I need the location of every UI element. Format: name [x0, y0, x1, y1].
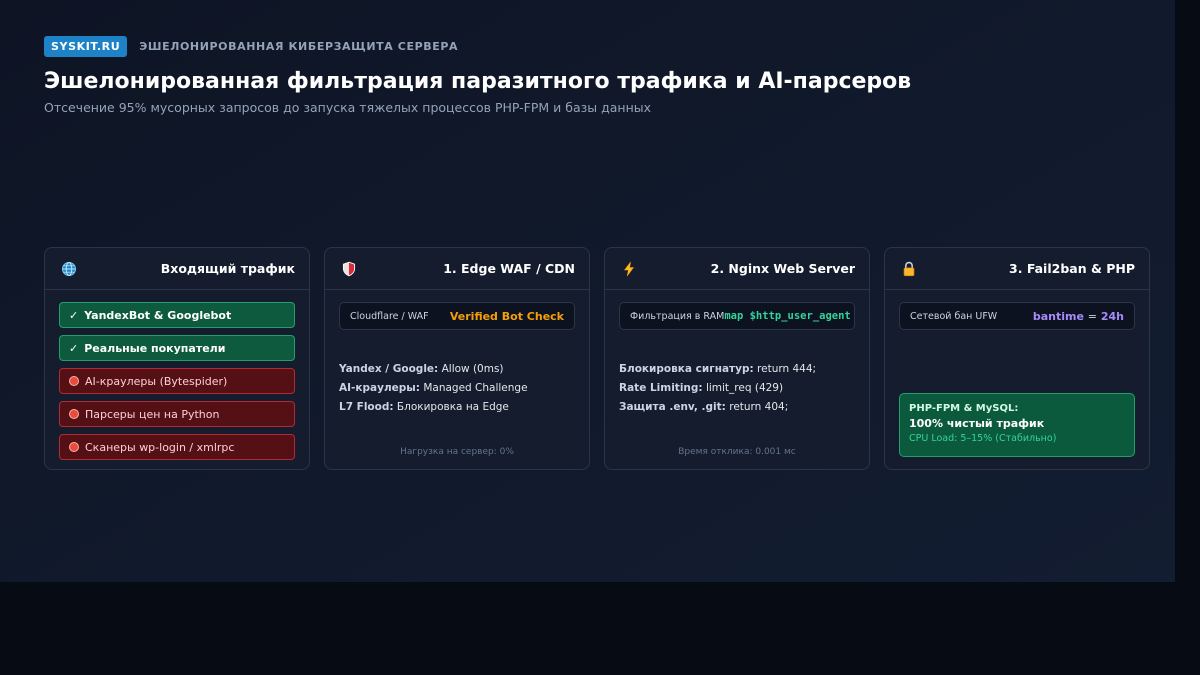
- rule-value: limit_req (429): [705, 382, 784, 394]
- bantime-key: bantime: [1032, 309, 1084, 323]
- rule-key: AI-краулеры:: [339, 382, 420, 394]
- traffic-label: Сканеры wp-login / xmlrpc: [85, 440, 235, 454]
- lock-icon: [901, 261, 917, 277]
- field-value: Verified Bot Check: [449, 309, 564, 323]
- brand-badge[interactable]: SYSKIT.RU: [44, 36, 128, 57]
- rule-key: Блокировка сигнатур:: [619, 363, 754, 375]
- result-sub: CPU Load: 5–15% (Стабильно): [909, 433, 1057, 444]
- red-circle-icon: [69, 442, 79, 452]
- brand-row: SYSKIT.RU ЭШЕЛОНИРОВАННАЯ КИБЕРЗАЩИТА СЕ…: [44, 36, 911, 57]
- diagram-canvas: SYSKIT.RU ЭШЕЛОНИРОВАННАЯ КИБЕРЗАЩИТА СЕ…: [0, 0, 1175, 582]
- card-title: Входящий трафик: [160, 261, 295, 276]
- red-circle-icon: [69, 376, 79, 386]
- tagline: ЭШЕЛОНИРОВАННАЯ КИБЕРЗАЩИТА СЕРВЕРА: [139, 40, 459, 53]
- traffic-label: YandexBot & Googlebot: [84, 308, 232, 322]
- result-title: PHP-FPM & MySQL:: [909, 403, 1019, 414]
- rule-key: Yandex / Google:: [339, 363, 439, 375]
- equals-sign: =: [1087, 309, 1098, 323]
- rule-line: Rate Limiting: limit_req (429): [619, 379, 855, 398]
- rule-value: return 444;: [757, 363, 817, 375]
- card-header: 3. Fail2ban & PHP: [885, 248, 1149, 290]
- rule-line: L7 Flood: Блокировка на Edge: [339, 398, 575, 417]
- header: SYSKIT.RU ЭШЕЛОНИРОВАННАЯ КИБЕРЗАЩИТА СЕ…: [44, 36, 911, 115]
- result-main: 100% чистый трафик: [909, 417, 1045, 430]
- rule-key: L7 Flood:: [339, 401, 394, 413]
- card-footer: Нагрузка на сервер: 0%: [400, 447, 514, 457]
- field-label: Фильтрация в RAM: [630, 310, 725, 322]
- list-item: ✓ Реальные покупатели: [59, 335, 295, 361]
- fail2ban-card: 3. Fail2ban & PHP Сетевой бан UFW bantim…: [884, 247, 1150, 470]
- edge-waf-card: 1. Edge WAF / CDN Cloudflare / WAF Verif…: [324, 247, 590, 470]
- config-field: Фильтрация в RAM map $http_user_agent: [619, 302, 855, 330]
- incoming-traffic-card: Входящий трафик ✓ YandexBot & Googlebot …: [44, 247, 310, 470]
- globe-icon: [61, 261, 77, 277]
- field-value: map $http_user_agent: [724, 310, 851, 322]
- traffic-label: Парсеры цен на Python: [85, 407, 220, 421]
- card-title: 1. Edge WAF / CDN: [443, 261, 575, 276]
- rule-line: Блокировка сигнатур: return 444;: [619, 360, 855, 379]
- rule-list: Yandex / Google: Allow (0ms) AI-краулеры…: [339, 360, 575, 417]
- list-item: Сканеры wp-login / xmlrpc: [59, 434, 295, 460]
- config-field: Сетевой бан UFW bantime = 24h: [899, 302, 1135, 330]
- field-label: Сетевой бан UFW: [910, 310, 998, 322]
- list-item: Парсеры цен на Python: [59, 401, 295, 427]
- check-icon: ✓: [69, 308, 79, 322]
- rule-value: return 404;: [729, 401, 789, 413]
- traffic-list: ✓ YandexBot & Googlebot ✓ Реальные покуп…: [45, 290, 309, 460]
- rule-value: Allow (0ms): [441, 363, 504, 375]
- check-icon: ✓: [69, 341, 79, 355]
- card-header: Входящий трафик: [45, 248, 309, 290]
- card-title: 2. Nginx Web Server: [710, 261, 855, 276]
- card-header: 2. Nginx Web Server: [605, 248, 869, 290]
- rule-line: Защита .env, .git: return 404;: [619, 398, 855, 417]
- rule-key: Rate Limiting:: [619, 382, 703, 394]
- lightning-icon: [621, 261, 637, 277]
- rule-key: Защита .env, .git:: [619, 401, 726, 413]
- nginx-card: 2. Nginx Web Server Фильтрация в RAM map…: [604, 247, 870, 470]
- card-footer: Время отклика: 0.001 мс: [678, 447, 796, 457]
- result-box: PHP-FPM & MySQL: 100% чистый трафик CPU …: [899, 393, 1135, 457]
- rule-list: Блокировка сигнатур: return 444; Rate Li…: [619, 360, 855, 417]
- rule-value: Блокировка на Edge: [396, 401, 509, 413]
- page-title: Эшелонированная фильтрация паразитного т…: [44, 69, 912, 94]
- traffic-label: AI-краулеры (Bytespider): [85, 374, 228, 388]
- rule-line: Yandex / Google: Allow (0ms): [339, 360, 575, 379]
- list-item: ✓ YandexBot & Googlebot: [59, 302, 295, 328]
- rule-value: Managed Challenge: [423, 382, 528, 394]
- card-header: 1. Edge WAF / CDN: [325, 248, 589, 290]
- red-circle-icon: [69, 409, 79, 419]
- config-field: Cloudflare / WAF Verified Bot Check: [339, 302, 575, 330]
- bantime-value: 24h: [1100, 309, 1124, 323]
- filter-pipeline: Входящий трафик ✓ YandexBot & Googlebot …: [44, 247, 1150, 470]
- field-label: Cloudflare / WAF: [350, 310, 429, 322]
- page-subtitle: Отсечение 95% мусорных запросов до запус…: [44, 100, 652, 115]
- shield-icon: [341, 261, 357, 277]
- rule-line: AI-краулеры: Managed Challenge: [339, 379, 575, 398]
- field-value: bantime = 24h: [1033, 310, 1124, 323]
- list-item: AI-краулеры (Bytespider): [59, 368, 295, 394]
- traffic-label: Реальные покупатели: [84, 341, 226, 355]
- card-title: 3. Fail2ban & PHP: [1009, 261, 1135, 276]
